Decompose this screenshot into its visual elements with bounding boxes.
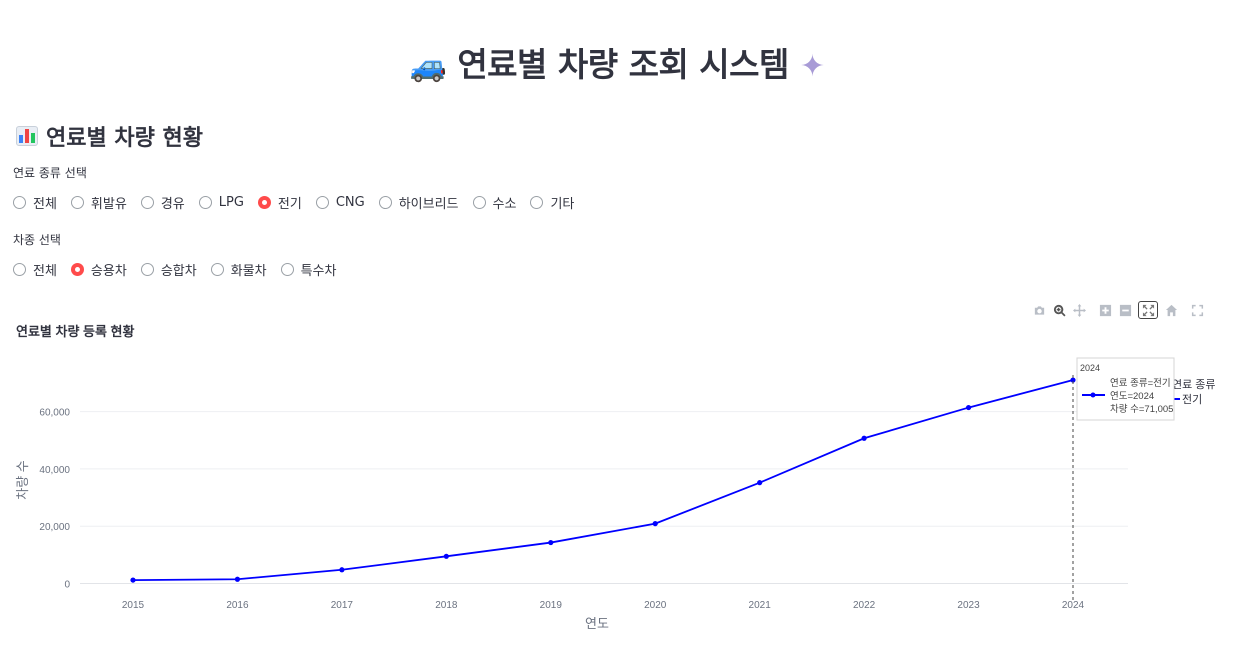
- vehicle-option[interactable]: 특수차: [280, 260, 337, 279]
- data-point: [757, 480, 763, 486]
- data-point: [652, 521, 658, 527]
- fuel-option[interactable]: 전기: [257, 193, 302, 212]
- tooltip-line-1: 연료 종류=전기: [1110, 378, 1171, 389]
- vehicle-option[interactable]: 화물차: [210, 260, 267, 279]
- fuel-option[interactable]: 하이브리드: [378, 193, 459, 212]
- vehicle-option-label: 특수차: [300, 264, 337, 279]
- radio-circle[interactable]: [140, 196, 154, 209]
- sparkle-icon: ✦: [799, 49, 825, 84]
- x-tick-labels: 2015 2016 2017 2018 2019 2020 2021 2022 2023 2024: [122, 600, 1085, 611]
- fuel-option[interactable]: 전체: [13, 193, 57, 212]
- chart-grid: [80, 411, 1128, 585]
- radio-circle[interactable]: [140, 263, 154, 276]
- vehicle-option[interactable]: 전체: [13, 260, 57, 279]
- fuel-option[interactable]: CNG: [315, 195, 365, 210]
- x-tick-label: 2016: [226, 600, 249, 611]
- data-point: [130, 577, 136, 583]
- series-layer: [130, 377, 1076, 583]
- line-chart[interactable]: 연료별 차량 등록 현황 020,00040,00060,000 2015 201…: [0, 315, 1234, 653]
- fuel-option[interactable]: 수소: [472, 193, 517, 212]
- tooltip-header: 2024: [1080, 363, 1100, 373]
- data-point: [861, 435, 867, 441]
- fuel-option-label: 수소: [492, 197, 517, 212]
- vehicle-option-label: 전체: [33, 264, 57, 279]
- y-tick-labels: 0 20,000 40,000 60,000: [39, 408, 70, 591]
- y-tick-label: 40,000: [39, 465, 70, 476]
- radio-circle[interactable]: [198, 196, 212, 209]
- fuel-option-label: 전체: [33, 197, 57, 212]
- bar-chart-icon: [16, 126, 38, 146]
- vehicle-radio-group: 전체 승용차 승합차 화물차 특수차: [13, 260, 350, 279]
- tooltip-swatch-marker: [1090, 392, 1096, 398]
- legend-title: 연료 종류: [1172, 378, 1216, 391]
- radio-circle[interactable]: [280, 263, 294, 276]
- y-axis-title: 차량 수: [15, 460, 30, 500]
- x-tick-label: 2019: [540, 600, 563, 611]
- app-title: 🚙 연료별 차량 조회 시스템 ✦: [0, 38, 1234, 86]
- radio-circle[interactable]: [13, 196, 26, 209]
- chart-title: 연료별 차량 등록 현황: [16, 324, 135, 339]
- data-point: [965, 404, 972, 411]
- fuel-option[interactable]: 경유: [140, 193, 185, 212]
- fuel-option[interactable]: LPG: [198, 195, 244, 210]
- x-tick-label: 2023: [957, 600, 980, 611]
- fuel-option[interactable]: 기타: [530, 193, 574, 212]
- section-title: 연료별 차량 현황: [16, 120, 203, 152]
- fuel-option-label: LPG: [218, 195, 244, 210]
- x-tick-label: 2018: [435, 600, 458, 611]
- y-tick-label: 20,000: [39, 522, 70, 533]
- x-tick-label: 2021: [749, 600, 772, 611]
- vehicle-filter-label: 차종 선택: [13, 233, 61, 247]
- radio-circle[interactable]: [378, 196, 392, 209]
- radio-circle[interactable]: [472, 196, 486, 209]
- vehicle-option-label: 화물차: [230, 264, 267, 279]
- fuel-option-label: 기타: [550, 197, 575, 212]
- car-icon: 🚙: [409, 49, 447, 84]
- data-point: [234, 576, 241, 582]
- vehicle-option-label: 승용차: [90, 264, 127, 279]
- x-axis-title: 연도: [585, 616, 609, 631]
- radio-circle[interactable]: [13, 263, 26, 276]
- section-title-text: 연료별 차량 현황: [46, 126, 203, 151]
- radio-circle[interactable]: [70, 263, 84, 276]
- fuel-option-label: 휘발유: [90, 197, 127, 212]
- tooltip-line-3: 차량 수=71,005: [1110, 403, 1173, 415]
- data-point: [339, 567, 345, 573]
- hover-tooltip: 2024 연료 종류=전기 연도=2024 차량 수=71,005: [1076, 357, 1175, 421]
- fuel-radio-group: 전체 휘발유 경유 LPG 전기 CNG 하이브리드 수소 기타: [13, 193, 588, 212]
- fuel-option-label: 하이브리드: [398, 197, 459, 212]
- tooltip-line-2: 연도=2024: [1110, 391, 1154, 402]
- fuel-option-label: CNG: [335, 195, 365, 210]
- fuel-option-label: 경유: [160, 197, 185, 212]
- app-title-text: 연료별 차량 조회 시스템: [457, 45, 789, 84]
- x-tick-label: 2024: [1062, 600, 1085, 611]
- fuel-option[interactable]: 휘발유: [70, 193, 127, 212]
- vehicle-option[interactable]: 승용차: [70, 260, 127, 279]
- series-line: [132, 379, 1074, 581]
- x-tick-label: 2017: [331, 600, 354, 611]
- radio-circle[interactable]: [70, 196, 84, 209]
- radio-circle[interactable]: [257, 196, 271, 209]
- y-tick-label: 0: [64, 580, 70, 591]
- fuel-filter-label: 연료 종류 선택: [13, 166, 87, 180]
- x-tick-label: 2015: [122, 600, 145, 611]
- vehicle-option[interactable]: 승합차: [140, 260, 197, 279]
- x-tick-label: 2020: [644, 600, 667, 611]
- data-point: [443, 553, 449, 559]
- radio-circle[interactable]: [315, 196, 329, 209]
- vehicle-option-label: 승합차: [160, 264, 197, 279]
- data-point: [548, 539, 554, 546]
- x-tick-label: 2022: [853, 600, 876, 611]
- radio-circle[interactable]: [530, 196, 544, 209]
- fuel-option-label: 전기: [277, 197, 302, 212]
- radio-circle[interactable]: [210, 263, 224, 276]
- legend-item-label: 전기: [1182, 393, 1202, 406]
- y-tick-label: 60,000: [39, 408, 70, 419]
